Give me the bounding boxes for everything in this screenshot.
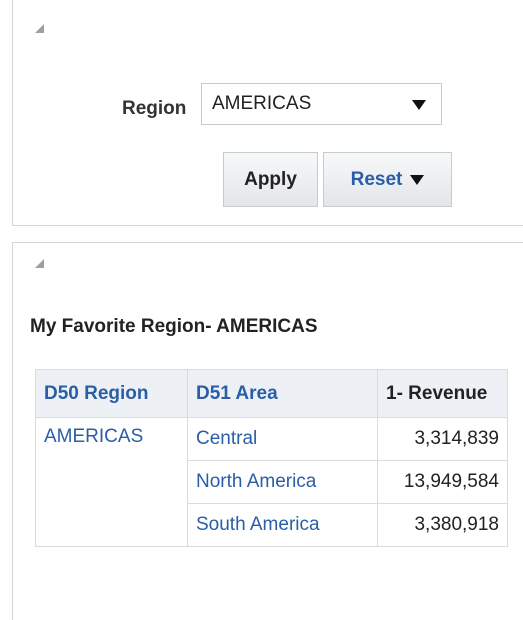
- reset-button[interactable]: Reset: [323, 152, 452, 207]
- revenue-cell: 3,314,839: [377, 417, 508, 461]
- reset-dropdown-arrow-icon: [410, 174, 425, 185]
- apply-button[interactable]: Apply: [223, 152, 318, 207]
- prompt-panel: Region AMERICAS Apply Reset: [12, 0, 523, 226]
- area-cell[interactable]: Central: [187, 417, 378, 461]
- region-dropdown[interactable]: AMERICAS: [201, 83, 442, 125]
- column-header-area[interactable]: D51 Area: [187, 369, 378, 418]
- column-header-revenue: 1- Revenue: [377, 369, 508, 418]
- area-cell[interactable]: North America: [187, 460, 378, 504]
- apply-button-label: Apply: [244, 168, 297, 190]
- region-cell[interactable]: AMERICAS: [35, 417, 188, 547]
- result-panel: My Favorite Region- AMERICAS D50 Region …: [12, 242, 523, 620]
- pivot-table: D50 Region D51 Area 1- Revenue AMERICAS …: [35, 369, 508, 547]
- column-header-region[interactable]: D50 Region: [35, 369, 188, 418]
- dropdown-arrow-icon: [412, 100, 426, 110]
- revenue-cell: 3,380,918: [377, 503, 508, 547]
- collapse-triangle-icon[interactable]: [35, 259, 44, 268]
- collapse-triangle-icon[interactable]: [35, 24, 44, 33]
- region-label: Region: [122, 98, 187, 119]
- table-row: AMERICAS Central 3,314,839: [35, 417, 508, 547]
- area-cell[interactable]: South America: [187, 503, 378, 547]
- table-header-row: D50 Region D51 Area 1- Revenue: [35, 369, 508, 418]
- revenue-cell: 13,949,584: [377, 460, 508, 504]
- result-title: My Favorite Region- AMERICAS: [30, 316, 318, 337]
- region-dropdown-value: AMERICAS: [212, 93, 312, 114]
- reset-button-label: Reset: [350, 168, 403, 190]
